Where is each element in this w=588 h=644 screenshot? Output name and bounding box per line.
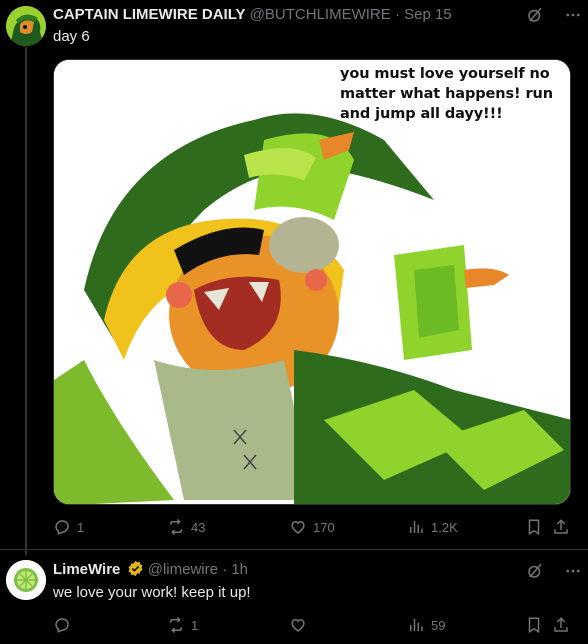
view-count: 59 — [431, 617, 446, 633]
reply-icon — [53, 616, 71, 634]
tweet-image[interactable]: you must love yourself no matter what ha… — [53, 59, 571, 505]
like-icon — [289, 616, 307, 634]
display-name[interactable]: LimeWire — [53, 561, 120, 578]
reply-button[interactable] — [53, 616, 77, 634]
bookmark-icon — [525, 518, 543, 536]
timestamp[interactable]: Sep 15 — [404, 6, 452, 23]
views-button[interactable]: 59 — [407, 616, 445, 634]
reply-count: 1 — [77, 519, 85, 535]
views-icon — [407, 616, 425, 634]
tweet1-corner-actions — [526, 6, 582, 24]
reply-text: we love your work! keep it up! — [53, 584, 251, 601]
tweet2-actions: 1 59 — [53, 616, 571, 636]
bookmark-icon — [525, 616, 543, 634]
views-icon — [407, 518, 425, 536]
handle[interactable]: @BUTCHLIMEWIRE — [250, 6, 391, 23]
display-name[interactable]: CAPTAIN LIMEWIRE DAILY — [53, 6, 246, 23]
avatar-captain-limewire[interactable] — [6, 6, 46, 46]
timestamp[interactable]: 1h — [231, 561, 248, 578]
tweet2-corner-actions — [526, 562, 582, 580]
separator: · — [222, 561, 228, 578]
grok-icon[interactable] — [526, 562, 544, 580]
image-caption: you must love yourself no matter what ha… — [340, 66, 553, 122]
tweet-captain-limewire: CAPTAIN LIMEWIRE DAILY @BUTCHLIMEWIRE · … — [0, 0, 588, 555]
share-icon — [552, 518, 570, 536]
repost-icon — [167, 616, 185, 634]
view-count: 1.2K — [431, 519, 458, 535]
reply-icon — [53, 518, 71, 536]
share-button[interactable] — [552, 616, 570, 634]
repost-count: 43 — [191, 519, 206, 535]
separator: · — [394, 6, 400, 23]
avatar-limewire[interactable] — [6, 560, 46, 600]
grok-icon[interactable] — [526, 6, 544, 24]
like-icon — [289, 518, 307, 536]
share-button[interactable] — [552, 518, 570, 536]
bookmark-button[interactable] — [525, 518, 543, 536]
bookmark-button[interactable] — [525, 616, 543, 634]
drawing-illustration — [54, 60, 570, 504]
repost-button[interactable]: 43 — [167, 518, 205, 536]
views-button[interactable]: 1.2K — [407, 518, 458, 536]
share-icon — [552, 616, 570, 634]
more-icon[interactable] — [564, 562, 582, 580]
tweet-limewire-reply: LimeWire @limewire · 1h we love your wor… — [0, 550, 588, 644]
repost-count: 1 — [191, 617, 199, 633]
tweet2-header: LimeWire @limewire · 1h — [53, 560, 248, 583]
tweet1-actions: 1 43 170 1.2K — [53, 518, 571, 538]
handle[interactable]: @limewire — [148, 561, 218, 578]
verified-badge-icon[interactable] — [127, 560, 144, 583]
tweet-text: day 6 — [53, 28, 90, 45]
tweet1-header: CAPTAIN LIMEWIRE DAILY @BUTCHLIMEWIRE · … — [53, 5, 452, 25]
like-button[interactable] — [289, 616, 313, 634]
reply-button[interactable]: 1 — [53, 518, 84, 536]
repost-button[interactable]: 1 — [167, 616, 198, 634]
like-count: 170 — [313, 519, 335, 535]
thread-line — [25, 47, 27, 555]
more-icon[interactable] — [564, 6, 582, 24]
repost-icon — [167, 518, 185, 536]
like-button[interactable]: 170 — [289, 518, 335, 536]
